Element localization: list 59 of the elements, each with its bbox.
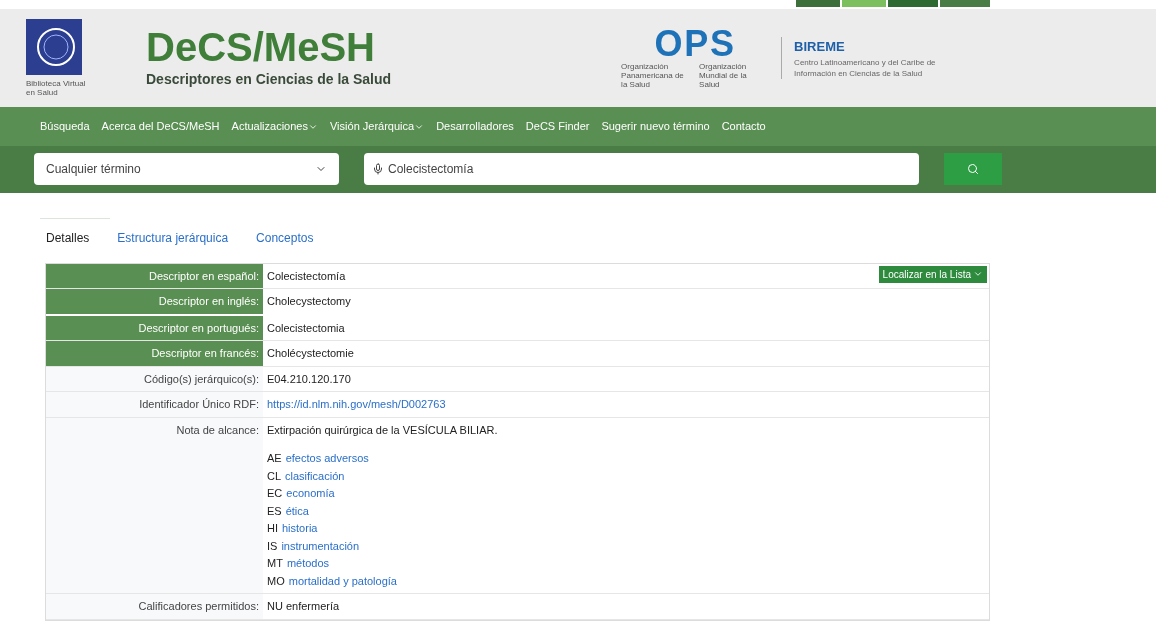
microphone-icon: [372, 163, 384, 176]
tab[interactable]: Detalles: [46, 229, 90, 247]
search-field[interactable]: Colecistectomía: [364, 153, 919, 186]
field-label: Descriptor en español:: [46, 264, 263, 289]
search-button[interactable]: [944, 153, 1002, 186]
field-label: Descriptor en francés:: [46, 341, 263, 366]
rdf-link[interactable]: https://id.nlm.nih.gov/mesh/D002763: [267, 398, 446, 411]
nav-link[interactable]: Actualizaciones: [231, 118, 318, 135]
ops-caption: Organización Mundial de la Salud: [699, 62, 748, 90]
qualifier-link[interactable]: métodos: [286, 555, 330, 572]
qualifier-code: IS: [267, 539, 278, 554]
bvs-logo-icon: [26, 18, 82, 75]
search-icon: [967, 163, 979, 176]
field-label: Descriptor en inglés:: [46, 289, 263, 314]
field-label: Código(s) jerárquico(s):: [46, 367, 263, 392]
qualifier-code: EC: [267, 486, 283, 502]
logo-caption: Biblioteca Virtual en Salud: [26, 78, 86, 97]
nav-link[interactable]: Contacto: [721, 118, 766, 135]
filter-select[interactable]: Cualquier término: [34, 153, 339, 186]
qualifier-link[interactable]: clasificación: [285, 468, 345, 485]
ops-caption: Organización Panamericana de la Salud: [621, 62, 685, 90]
site-title: DeCS/MeSH: [146, 25, 376, 70]
nav-link[interactable]: DeCS Finder: [525, 118, 590, 135]
qualifier-code: HI: [267, 521, 278, 537]
qualifier-link[interactable]: efectos adversos: [285, 450, 369, 467]
nav-link[interactable]: Sugerir nuevo término: [601, 118, 710, 135]
qualifier-link[interactable]: mortalidad y patología: [288, 573, 397, 590]
qualifier-code: CL: [267, 469, 282, 484]
field-value: Extirpación quirúrgica de la VESÍCULA BILIAR.: [267, 423, 499, 438]
nav-link[interactable]: Desarrolladores: [436, 118, 514, 135]
field-value: Colecistectomia: [267, 321, 346, 336]
qualifier-code: AE: [267, 451, 282, 467]
tab[interactable]: Estructura jerárquica: [117, 229, 229, 247]
nav-link[interactable]: Visión Jerárquica: [330, 118, 425, 135]
site-subtitle: Descriptores en Ciencias de la Salud: [146, 70, 392, 90]
locate-button[interactable]: Localizar en la Lista: [878, 266, 987, 283]
field-value: Cholecystectomy: [267, 294, 352, 310]
field-label: Nota de alcance:: [46, 418, 263, 594]
qualifier-code: MT: [267, 556, 283, 572]
field-value: Cholécystectomie: [267, 346, 355, 362]
nav-link[interactable]: Búsqueda: [40, 118, 90, 135]
field-label: Identificador Único RDF:: [46, 392, 263, 417]
bireme-logo: BIREME: [794, 38, 846, 57]
ops-logo: OPS: [654, 26, 736, 63]
field-value: NU enfermería: [267, 599, 341, 615]
field-value: Colecistectomía: [267, 269, 347, 284]
qualifier-link[interactable]: economía: [286, 485, 335, 502]
qualifier-link[interactable]: historia: [282, 520, 318, 537]
qualifier-code: ES: [267, 504, 282, 519]
field-value: E04.210.120.170: [267, 372, 352, 387]
qualifier-link[interactable]: ética: [285, 503, 309, 520]
tab[interactable]: Conceptos: [256, 229, 314, 247]
field-label: Descriptor en portugués:: [46, 316, 263, 341]
bireme-caption: Centro Latinoamericano y del Caribe de Información en Ciencias de la Salud: [794, 56, 937, 79]
nav-link[interactable]: Acerca del DeCS/MeSH: [101, 118, 220, 135]
field-label: Calificadores permitidos:: [46, 594, 263, 619]
qualifier-link[interactable]: instrumentación: [281, 538, 360, 555]
color-strip-icon: [796, 0, 990, 7]
qualifier-code: MO: [267, 574, 285, 589]
